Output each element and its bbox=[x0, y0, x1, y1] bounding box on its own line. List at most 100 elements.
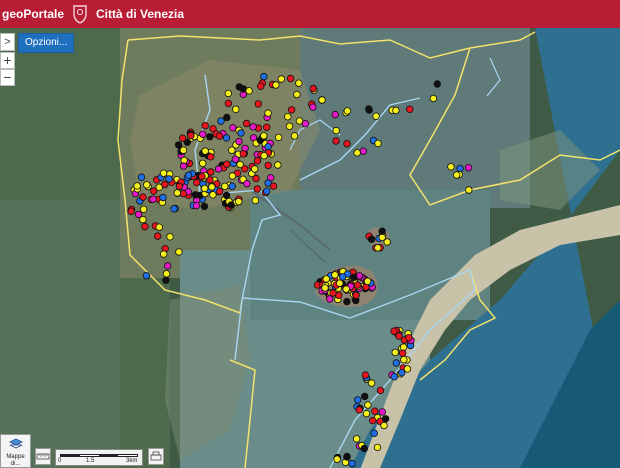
incident-marker[interactable] bbox=[133, 182, 141, 190]
incident-marker[interactable] bbox=[174, 141, 183, 149]
incident-marker[interactable] bbox=[178, 134, 187, 142]
incident-marker[interactable] bbox=[376, 386, 385, 395]
incident-marker[interactable] bbox=[359, 147, 367, 155]
incident-marker[interactable] bbox=[170, 205, 178, 213]
incident-marker[interactable] bbox=[252, 174, 260, 183]
incident-marker[interactable] bbox=[392, 359, 400, 367]
incident-marker[interactable] bbox=[383, 238, 391, 246]
incident-marker[interactable] bbox=[353, 281, 362, 289]
incident-marker[interactable] bbox=[331, 271, 339, 279]
incident-marker[interactable] bbox=[369, 416, 377, 425]
incident-marker[interactable] bbox=[406, 105, 414, 113]
expand-panel-button[interactable]: > bbox=[0, 33, 15, 51]
incident-marker[interactable] bbox=[162, 270, 171, 278]
incident-marker[interactable] bbox=[343, 139, 351, 148]
incident-marker[interactable] bbox=[391, 348, 399, 357]
incident-marker[interactable] bbox=[362, 409, 371, 418]
incident-marker[interactable] bbox=[139, 205, 148, 213]
incident-marker[interactable] bbox=[332, 126, 340, 135]
incident-marker[interactable] bbox=[141, 222, 149, 231]
incident-marker[interactable] bbox=[245, 87, 253, 95]
incident-marker[interactable] bbox=[295, 117, 304, 125]
incident-marker[interactable] bbox=[179, 146, 188, 154]
incident-marker[interactable] bbox=[287, 106, 296, 114]
incident-marker[interactable] bbox=[187, 131, 195, 140]
incident-marker[interactable] bbox=[433, 80, 441, 88]
incident-marker[interactable] bbox=[221, 182, 229, 190]
incident-marker[interactable] bbox=[398, 349, 407, 357]
zoom-out-button[interactable]: − bbox=[0, 69, 15, 86]
incident-marker[interactable] bbox=[447, 163, 455, 171]
incident-marker[interactable] bbox=[257, 82, 265, 90]
incident-marker[interactable] bbox=[342, 285, 350, 293]
incident-marker[interactable] bbox=[217, 117, 225, 125]
incident-marker[interactable] bbox=[253, 157, 262, 165]
incident-marker[interactable] bbox=[184, 171, 193, 179]
incident-marker[interactable] bbox=[201, 121, 209, 130]
incident-marker[interactable] bbox=[155, 223, 163, 231]
incident-marker[interactable] bbox=[222, 191, 231, 200]
incident-marker[interactable] bbox=[228, 182, 236, 190]
incident-marker[interactable] bbox=[143, 181, 151, 189]
incident-marker[interactable] bbox=[199, 130, 207, 138]
incident-marker[interactable] bbox=[371, 407, 379, 415]
incident-marker[interactable] bbox=[231, 155, 240, 163]
incident-marker[interactable] bbox=[274, 161, 282, 169]
incident-marker[interactable] bbox=[175, 248, 183, 256]
incident-marker[interactable] bbox=[301, 119, 310, 128]
incident-marker[interactable] bbox=[309, 84, 317, 93]
incident-marker[interactable] bbox=[236, 160, 244, 169]
incident-marker[interactable] bbox=[361, 392, 369, 401]
map-canvas[interactable] bbox=[0, 28, 620, 468]
incident-marker[interactable] bbox=[338, 273, 347, 281]
incident-marker[interactable] bbox=[159, 250, 168, 258]
incident-marker[interactable] bbox=[260, 151, 268, 160]
incident-marker[interactable] bbox=[242, 119, 251, 128]
incident-marker[interactable] bbox=[309, 103, 317, 111]
incident-marker[interactable] bbox=[453, 171, 461, 179]
incident-marker[interactable] bbox=[290, 132, 299, 140]
incident-marker[interactable] bbox=[264, 179, 272, 187]
incident-marker[interactable] bbox=[235, 83, 243, 91]
incident-marker[interactable] bbox=[237, 129, 245, 137]
export-button[interactable] bbox=[148, 448, 164, 465]
incident-marker[interactable] bbox=[264, 143, 272, 151]
incident-marker[interactable] bbox=[179, 162, 188, 170]
options-button[interactable]: Opzioni... bbox=[18, 33, 75, 53]
incident-marker[interactable] bbox=[201, 147, 209, 155]
incident-marker[interactable] bbox=[373, 443, 382, 452]
incident-marker[interactable] bbox=[378, 227, 386, 235]
incident-marker[interactable] bbox=[456, 164, 464, 173]
incident-marker[interactable] bbox=[139, 193, 147, 201]
incident-marker[interactable] bbox=[263, 123, 271, 131]
incident-marker[interactable] bbox=[331, 110, 339, 119]
incident-marker[interactable] bbox=[361, 371, 370, 379]
incident-marker[interactable] bbox=[254, 100, 262, 108]
incident-marker[interactable] bbox=[127, 207, 135, 215]
incident-marker[interactable] bbox=[215, 132, 224, 140]
zoom-in-button[interactable]: + bbox=[0, 52, 15, 69]
incident-marker[interactable] bbox=[355, 406, 363, 414]
incident-marker[interactable] bbox=[149, 195, 157, 203]
incident-marker[interactable] bbox=[200, 184, 209, 193]
incident-marker[interactable] bbox=[263, 187, 271, 195]
incident-marker[interactable] bbox=[392, 106, 400, 115]
incident-marker[interactable] bbox=[352, 291, 360, 299]
incident-marker[interactable] bbox=[208, 183, 216, 191]
incident-marker[interactable] bbox=[161, 180, 169, 189]
incident-marker[interactable] bbox=[381, 415, 390, 423]
incident-marker[interactable] bbox=[207, 153, 215, 161]
incident-marker[interactable] bbox=[293, 90, 301, 99]
incident-marker[interactable] bbox=[399, 343, 408, 351]
incident-marker[interactable] bbox=[223, 160, 231, 168]
incident-marker[interactable] bbox=[234, 197, 243, 206]
incident-marker[interactable] bbox=[175, 182, 184, 191]
incident-marker[interactable] bbox=[350, 273, 358, 282]
incident-marker[interactable] bbox=[224, 89, 232, 98]
incident-marker[interactable] bbox=[149, 187, 158, 195]
incident-marker[interactable] bbox=[215, 187, 224, 196]
incident-marker[interactable] bbox=[329, 289, 337, 297]
incident-marker[interactable] bbox=[214, 165, 223, 173]
incident-marker[interactable] bbox=[191, 191, 200, 199]
incident-marker[interactable] bbox=[321, 284, 329, 292]
